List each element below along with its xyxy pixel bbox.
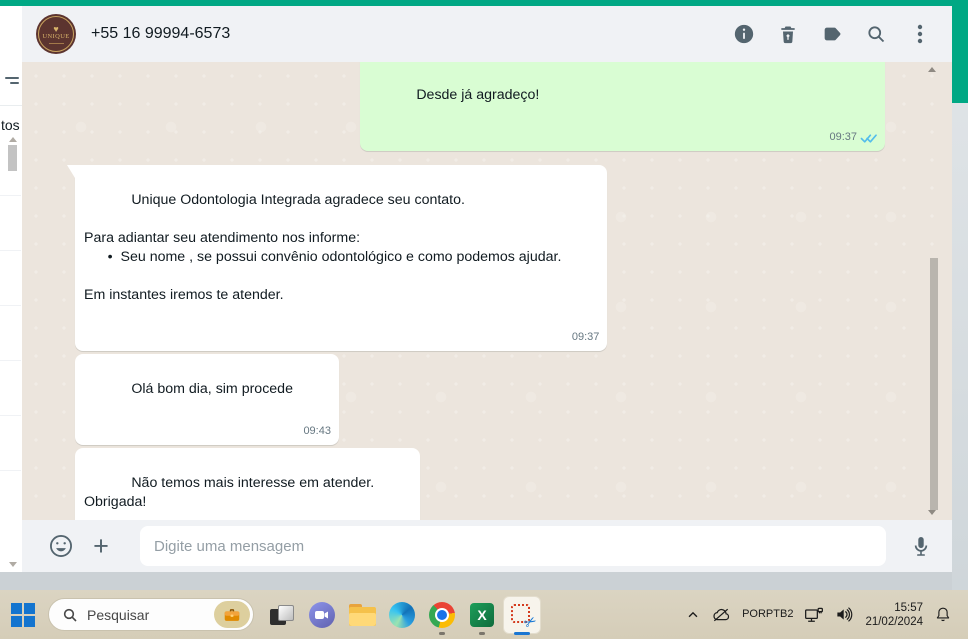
search-icon[interactable]: [864, 22, 888, 46]
tray-date: 21/02/2024: [865, 615, 923, 628]
trash-icon[interactable]: [776, 22, 800, 46]
message-time: 09:43: [303, 425, 331, 437]
task-view-icon[interactable]: [262, 593, 302, 637]
messages: Desde já agradeço! 09:37 Unique Odontolo…: [22, 62, 952, 520]
read-ticks-icon: [860, 133, 877, 143]
incoming-message[interactable]: Não temos mais interesse em atender. Obr…: [75, 448, 421, 520]
windows-start-icon[interactable]: [10, 602, 36, 628]
label-icon[interactable]: [820, 22, 844, 46]
contact-list-partial-text: tos: [1, 117, 20, 133]
onedrive-paused-icon[interactable]: [711, 607, 731, 623]
language-line1: POR: [742, 608, 766, 620]
system-tray: POR PTB2 15:57 21/02/2024: [686, 601, 958, 629]
emoji-icon[interactable]: [44, 529, 78, 563]
microphone-icon[interactable]: [904, 529, 938, 563]
taskbar-search[interactable]: Pesquisar: [48, 598, 254, 631]
incoming-message[interactable]: Unique Odontologia Integrada agradece se…: [75, 165, 608, 351]
attach-plus-icon[interactable]: +: [84, 529, 118, 563]
notification-bell-icon[interactable]: [934, 605, 952, 624]
background-green-strip: [952, 0, 968, 103]
filter-icon[interactable]: [5, 77, 19, 87]
kebab-menu-icon[interactable]: [908, 22, 932, 46]
message-row: Unique Odontologia Integrada agradece se…: [75, 165, 885, 351]
divider: [0, 105, 22, 106]
search-highlight-badge: [214, 601, 250, 628]
avatar-brand-text: UNIQUE: [42, 32, 70, 40]
snipping-tool-icon[interactable]: ✂: [502, 593, 542, 637]
contact-phone-title[interactable]: +55 16 99994-6573: [91, 25, 732, 43]
tray-chevron-up-icon[interactable]: [686, 608, 700, 622]
volume-icon[interactable]: [835, 606, 854, 623]
chat-scroll-down-arrow[interactable]: [928, 510, 936, 515]
message-time: 09:37: [571, 331, 600, 343]
message-text: Olá bom dia, sim procede: [131, 381, 293, 397]
network-icon[interactable]: [804, 606, 824, 624]
chat-window: ♥ UNIQUE +55 16 99994-6573 Desde já agra…: [22, 6, 952, 572]
clock[interactable]: 15:57 21/02/2024: [865, 601, 923, 629]
divider: [0, 470, 21, 471]
outgoing-message[interactable]: Desde já agradeço! 09:37: [360, 62, 885, 151]
language-line2: PTB2: [765, 608, 794, 620]
divider: [0, 360, 21, 361]
chat-header: ♥ UNIQUE +55 16 99994-6573: [22, 6, 952, 62]
contact-avatar[interactable]: ♥ UNIQUE: [36, 14, 76, 54]
top-green-bar: [0, 0, 968, 6]
composer-bar: +: [22, 520, 952, 572]
header-actions: [732, 22, 932, 46]
divider: [0, 250, 21, 251]
avatar-subline: [48, 42, 64, 44]
message-list[interactable]: Desde já agradeço! 09:37 Unique Odontolo…: [22, 62, 952, 520]
file-explorer-icon[interactable]: [342, 593, 382, 637]
contact-list-sliver: tos: [0, 6, 23, 572]
search-placeholder: Pesquisar: [87, 606, 150, 623]
screen: tos ♥ UNIQUE +55 16 99994-6573 Desde já …: [0, 0, 968, 639]
message-row: Olá bom dia, sim procede 09:43: [75, 354, 885, 445]
language-indicator[interactable]: POR PTB2: [742, 608, 793, 621]
tray-time: 15:57: [894, 601, 923, 614]
window-bottom-edge: [0, 572, 968, 590]
message-time: 09:37: [829, 131, 857, 143]
edge-icon[interactable]: [382, 593, 422, 637]
message-input[interactable]: [140, 526, 886, 566]
teams-chat-icon[interactable]: [302, 593, 342, 637]
chrome-icon[interactable]: [422, 593, 462, 637]
divider: [0, 195, 21, 196]
message-row: Desde já agradeço! 09:37: [75, 62, 885, 151]
scroll-down-arrow[interactable]: [9, 562, 17, 567]
taskbar-apps: X ✂: [262, 593, 542, 637]
briefcase-icon: [224, 608, 240, 621]
incoming-message[interactable]: Olá bom dia, sim procede 09:43: [75, 354, 339, 445]
info-icon[interactable]: [732, 22, 756, 46]
divider: [0, 415, 21, 416]
avatar-heart-logo: ♥: [53, 23, 59, 34]
scroll-up-arrow[interactable]: [9, 137, 17, 142]
chat-scrollbar-thumb[interactable]: [930, 258, 938, 510]
search-icon: [63, 608, 77, 622]
message-text: Não temos mais interesse em atender. Obr…: [84, 475, 375, 510]
divider: [0, 305, 21, 306]
message-text: Unique Odontologia Integrada agradece se…: [84, 192, 562, 303]
windows-taskbar: Pesquisar X ✂ POR PTB2 15:57 21/02/2024: [0, 590, 968, 639]
chat-scroll-up-arrow[interactable]: [928, 67, 936, 72]
excel-icon[interactable]: X: [462, 593, 502, 637]
message-text: Desde já agradeço!: [416, 87, 540, 103]
contact-list-scrollbar-thumb[interactable]: [8, 145, 17, 171]
message-row: Não temos mais interesse em atender. Obr…: [75, 448, 885, 520]
